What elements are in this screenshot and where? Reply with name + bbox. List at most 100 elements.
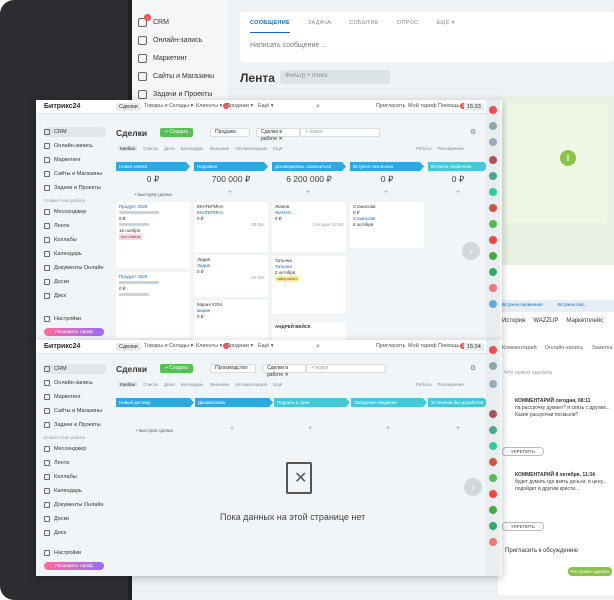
add-deal-icon[interactable]: +	[230, 425, 234, 432]
avatar[interactable]	[489, 490, 497, 498]
sidebar-item-marketing[interactable]: Маркетинг	[44, 392, 106, 402]
toolbar-automation[interactable]: Автоматизация	[235, 382, 267, 387]
avatar[interactable]	[489, 410, 497, 418]
stage-label[interactable]: Встреча первичная	[502, 302, 542, 307]
tab-more[interactable]: Ещё ▾	[258, 103, 274, 109]
telephone-icon[interactable]	[489, 138, 497, 146]
tab-calendar[interactable]: Календарь	[181, 146, 204, 151]
sidebar-item-boards[interactable]: Доски	[44, 514, 106, 524]
tab-more[interactable]: Ещё ▾	[258, 343, 274, 349]
deal-card[interactable]: Жанна ЖАННА 0 ₽ Сегодня 12:58	[272, 202, 346, 252]
sidebar-item-messenger[interactable]: Мессенджер	[44, 207, 106, 217]
sidebar-item-disk[interactable]: Диск	[44, 291, 106, 301]
stage-header[interactable]: Установка без доработки	[428, 398, 488, 407]
sidebar-item-settings[interactable]: Настройки	[44, 548, 106, 558]
avatar[interactable]	[489, 172, 497, 180]
tab-activities[interactable]: Дела	[164, 146, 175, 151]
help-button[interactable]: Помощь2	[438, 343, 467, 349]
sidebar-item-booking[interactable]: Онлайн-запись	[44, 378, 106, 388]
avatar[interactable]	[489, 204, 497, 212]
chat-icon[interactable]	[489, 362, 497, 370]
toolbar-more[interactable]: Ещё	[273, 146, 282, 151]
clock-widget[interactable]: 15:33	[464, 103, 484, 111]
invite-button[interactable]: Пригласить	[376, 103, 405, 109]
tab-products[interactable]: Товары и Склады ▾	[144, 343, 193, 349]
add-deal-icon[interactable]: +	[456, 425, 460, 432]
stage-header[interactable]: Договорились созвониться	[272, 162, 346, 171]
add-deal-icon[interactable]: +	[306, 189, 310, 196]
toolbar-automation[interactable]: Автоматизация	[235, 146, 267, 151]
add-deal-icon[interactable]: +	[308, 425, 312, 432]
sidebar-item-sites[interactable]: Сайты и Магазины	[44, 406, 106, 416]
bg-sidebar-item-marketing[interactable]: Маркетинг	[138, 50, 187, 66]
quick-add-deal[interactable]: + Быстрая сделка	[116, 428, 192, 433]
tab-list[interactable]: Список	[143, 382, 158, 387]
message-input[interactable]: Написать сообщение ...	[250, 42, 327, 49]
add-deal-icon[interactable]: +	[386, 425, 390, 432]
deal-card[interactable]: ЕКАТЕРИНА ЕКАТЕРИНА 0 ₽ 20 Окт	[194, 202, 268, 252]
avatar[interactable]	[489, 220, 497, 228]
filter-pill[interactable]: Сделки в работе ✕	[256, 128, 300, 142]
bg-sidebar-item-sites[interactable]: Сайты и Магазины	[138, 68, 214, 84]
sidebar-item-crm[interactable]: CRM	[44, 127, 106, 137]
tab-sales[interactable]: Продажи ▾	[226, 343, 253, 349]
sidebar-item-docs[interactable]: Документы Онлайн	[44, 263, 106, 273]
bg-sidebar-item-crm[interactable]: 1 CRM	[138, 13, 169, 30]
stage-header[interactable]: Новый договор	[116, 398, 194, 407]
pipeline-select[interactable]: Продажи	[210, 128, 250, 137]
sidebar-item-crm[interactable]: CRM	[44, 364, 106, 374]
search-icon[interactable]: ⌕	[316, 343, 320, 351]
sidebar-item-collabs[interactable]: Коллабы	[44, 472, 106, 482]
sidebar-item-boards[interactable]: Доски	[44, 277, 106, 287]
quick-add-deal[interactable]: + Быстрая сделка	[116, 192, 190, 197]
deal-title[interactable]: АНДРЕЙ ВЕЙСК	[275, 324, 343, 330]
sidebar-item-calendar[interactable]: Календарь	[44, 486, 106, 496]
add-deal-icon[interactable]: +	[228, 189, 232, 196]
stage-header[interactable]: Встреча первичная	[428, 162, 488, 171]
stage-header[interactable]: Дизайнбланк	[195, 398, 273, 407]
avatar[interactable]	[489, 188, 497, 196]
add-deal-icon[interactable]: +	[384, 189, 388, 196]
stage-header[interactable]: Подпись в срок	[274, 398, 350, 407]
todo-input[interactable]: Что нужно сделать	[504, 370, 552, 376]
sidebar-item-docs[interactable]: Документы Онлайн	[44, 500, 106, 510]
tab-kanban[interactable]: Канбан	[118, 146, 138, 151]
toolbar-external[interactable]: Внешние	[210, 146, 229, 151]
tab-kanban[interactable]: Канбан	[118, 382, 138, 387]
deal-card[interactable]: Продукт 2026 0 ₽ 15 ноября нет ответа	[116, 202, 190, 268]
avatar[interactable]	[489, 252, 497, 260]
telephone-icon[interactable]	[489, 380, 497, 388]
tab-activities[interactable]: Дела	[164, 382, 175, 387]
tab-deals[interactable]: Сделки	[116, 103, 141, 111]
sidebar-item-feed[interactable]: Лента	[44, 458, 106, 468]
stage-header[interactable]: Встреча назначена	[350, 162, 424, 171]
tab-sales[interactable]: Продажи ▾	[226, 103, 253, 109]
tab-more[interactable]: ЕЩЁ ▾	[436, 20, 454, 33]
create-button[interactable]: + Создать	[160, 364, 194, 373]
bg-sidebar-item-booking[interactable]: Онлайн-запись	[138, 32, 202, 48]
gear-icon[interactable]: ⚙	[470, 128, 476, 136]
deal-card[interactable]: Станислав 0 ₽ Станислав 8 октября	[350, 202, 424, 248]
pipeline-select[interactable]: Производство	[210, 364, 256, 373]
deal-card[interactable]: Мария #204 мария 0 ₽	[194, 300, 268, 340]
sidebar-item-tasks[interactable]: Задачи и Проекты	[44, 420, 106, 430]
tab-deals[interactable]: Сделки	[116, 343, 141, 351]
avatar[interactable]	[489, 426, 497, 434]
sidebar-item-calendar[interactable]: Календарь	[44, 249, 106, 259]
robots-button[interactable]: Роботы	[416, 382, 432, 387]
tab-note[interactable]: Заметка	[591, 345, 612, 351]
tab-clients[interactable]: Клиенты ▾ 2	[196, 343, 230, 349]
extensions-button[interactable]: Расширения	[438, 146, 464, 151]
sidebar-item-settings[interactable]: Настройки	[44, 314, 106, 324]
search-icon[interactable]: ⌕	[316, 103, 320, 111]
create-button[interactable]: + Создать	[160, 128, 194, 137]
bitrix24-logo[interactable]: Битрикс24	[44, 103, 80, 110]
pin-button[interactable]: УКРЕПИТЬ	[502, 447, 544, 456]
tab-calendar[interactable]: Календарь	[181, 382, 204, 387]
avatar[interactable]	[489, 522, 497, 530]
upgrade-plan-button[interactable]: Расширить тариф	[44, 562, 104, 570]
tab-clients[interactable]: Клиенты ▾ 2	[196, 103, 230, 109]
chat-icon[interactable]	[489, 122, 497, 130]
search-input[interactable]: + поиск	[300, 128, 380, 137]
tab-history[interactable]: История	[502, 318, 525, 324]
